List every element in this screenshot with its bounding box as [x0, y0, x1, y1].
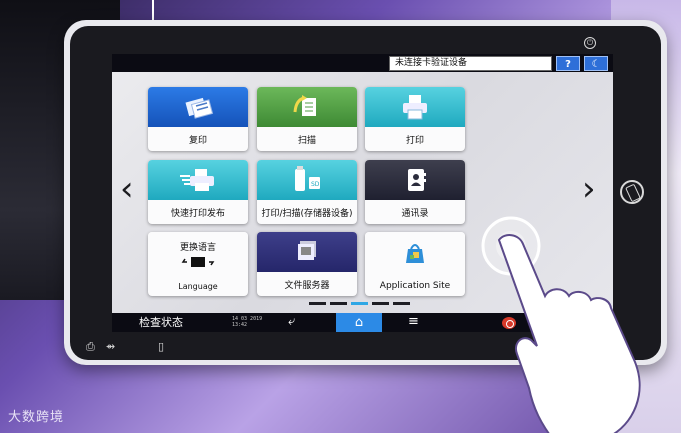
address-book-icon	[365, 160, 465, 200]
page-dot	[330, 302, 347, 305]
tile-label: 复印	[188, 136, 207, 146]
language-switch-icon: 更换语言	[148, 232, 248, 272]
tile-label: 快速打印发布	[170, 209, 225, 219]
tile-label: 通讯录	[401, 209, 429, 219]
pointing-hand-illustration	[481, 216, 641, 433]
page-dot	[309, 302, 326, 305]
tile-label: 扫描	[297, 136, 316, 146]
nfc-touch-icon	[620, 180, 644, 204]
tile-copy[interactable]: 复印	[148, 87, 248, 151]
page-dot	[372, 302, 389, 305]
tile-quick-print-release[interactable]: 快速打印发布	[148, 160, 248, 224]
scan-icon	[257, 87, 357, 127]
power-indicator-icon: ⏻	[584, 37, 596, 49]
tile-label: 打印/扫描(存储器设备)	[261, 209, 353, 219]
prev-page-arrow[interactable]: ‹	[120, 172, 134, 206]
page-indicator	[309, 302, 410, 305]
print-icon	[365, 87, 465, 127]
watermark-logo: 大数跨境	[8, 410, 65, 425]
tile-label: Language	[178, 282, 218, 291]
tile-label: Application Site	[379, 281, 451, 291]
tile-print-scan-storage[interactable]: SD 打印/扫描(存储器设备)	[257, 160, 357, 224]
language-title: 更换语言	[179, 242, 216, 253]
tile-label: 打印	[405, 136, 424, 146]
fax-icon[interactable]: ⎙	[86, 340, 95, 354]
application-site-icon	[365, 232, 465, 272]
tile-print[interactable]: 打印	[365, 87, 465, 151]
tile-scan[interactable]: 扫描	[257, 87, 357, 151]
copy-icon	[148, 87, 248, 127]
page-dot-active	[351, 302, 368, 305]
document-server-icon	[257, 232, 357, 272]
menu-icon[interactable]: ≡	[408, 314, 419, 329]
tile-document-server[interactable]: 文件服务器	[257, 232, 357, 296]
data-in-icon[interactable]: ⇴	[106, 340, 115, 353]
card-auth-status: 未连接卡验证设备	[389, 56, 552, 71]
back-icon[interactable]: ⤶	[288, 314, 295, 329]
memory-slot-icon[interactable]: ▯	[158, 340, 164, 353]
tile-application-site[interactable]: Application Site	[365, 232, 465, 296]
tile-label: 文件服务器	[284, 281, 330, 291]
next-page-arrow[interactable]: ›	[582, 172, 596, 206]
usb-storage-icon: SD	[257, 160, 357, 200]
tile-change-language[interactable]: 更换语言 Language	[148, 232, 248, 296]
energy-saver-button[interactable]: ☾	[584, 56, 608, 71]
home-icon[interactable]: ⌂	[336, 313, 382, 332]
quick-print-icon	[148, 160, 248, 200]
svg-text:SD: SD	[311, 181, 320, 188]
top-status-bar: 未连接卡验证设备 ? ☾	[112, 54, 613, 72]
datetime: 14 03 2019 13:42	[232, 316, 262, 328]
time-text: 13:42	[232, 322, 248, 328]
page-dot	[393, 302, 410, 305]
tile-address-book[interactable]: 通讯录	[365, 160, 465, 224]
help-button[interactable]: ?	[556, 56, 580, 71]
check-status-button[interactable]: 检查状态	[139, 313, 183, 332]
